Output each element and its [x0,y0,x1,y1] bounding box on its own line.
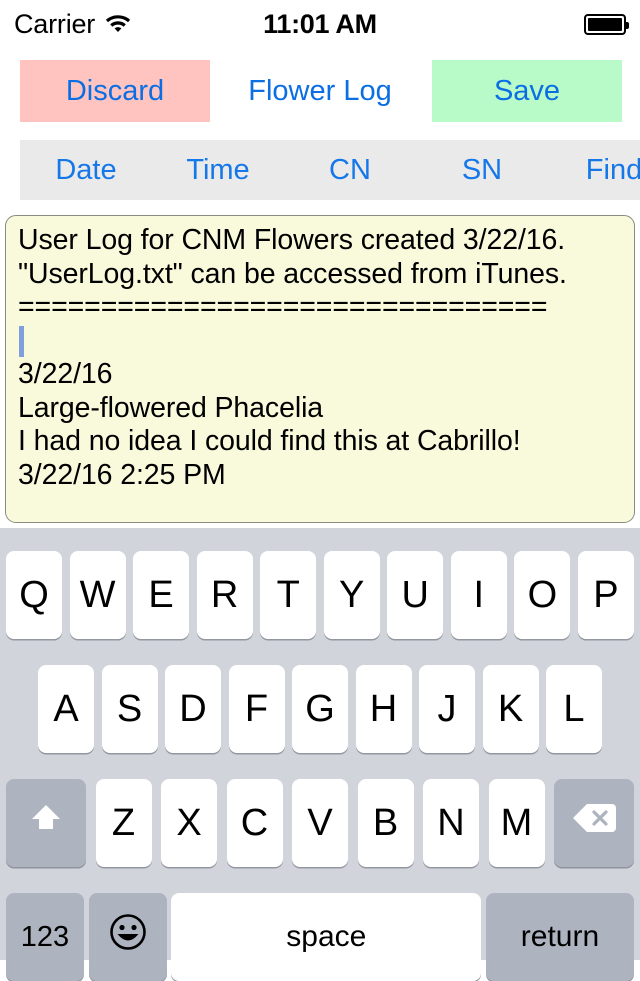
shift-key[interactable] [6,779,86,867]
sn-button[interactable]: SN [416,140,548,200]
status-bar: Carrier 11:01 AM [0,0,640,48]
key-h[interactable]: H [355,665,412,753]
key-d[interactable]: D [165,665,221,753]
space-key[interactable]: space [171,893,482,981]
log-line: I had no idea I could find this at Cabri… [18,425,521,457]
key-v[interactable]: V [292,779,348,867]
date-button[interactable]: Date [20,140,152,200]
key-s[interactable]: S [101,665,158,753]
key-f[interactable]: F [228,665,285,753]
key-o[interactable]: O [514,551,571,639]
emoji-key[interactable] [88,893,167,981]
key-m[interactable]: M [488,779,545,867]
key-z[interactable]: Z [95,779,152,867]
key-j[interactable]: J [419,665,475,753]
key-e[interactable]: E [133,551,190,639]
key-a[interactable]: A [38,665,94,753]
log-line: User Log for CNM Flowers created 3/22/16… [18,224,566,256]
key-y[interactable]: Y [323,551,380,639]
status-bar-right [584,0,629,48]
keyboard-row-2: A S D F G H J K L [0,665,640,753]
delete-key[interactable] [554,779,634,867]
log-line: "UserLog.txt" can be accessed from iTune… [18,257,567,290]
battery-icon [584,13,629,35]
log-line: Large-flowered Phacelia [18,391,324,424]
save-button[interactable]: Save [432,60,622,122]
numeric-keyboard-key[interactable]: 123 [6,893,84,981]
top-toolbar: Discard Flower Log Save [0,60,640,122]
find-button[interactable]: Find [548,140,640,200]
log-line: ================================ [18,291,548,323]
backspace-delete-icon [571,801,617,845]
flower-log-title-button[interactable]: Flower Log [225,60,415,122]
keyboard-row-1: Q W E R T Y U I O P [0,551,640,639]
log-caret-line [18,325,624,359]
tag-toolbar: Date Time CN SN Find [0,140,640,200]
return-key[interactable]: return [485,893,634,981]
app-root: Carrier 11:01 AM Discard Flower Log Save… [0,0,640,981]
key-l[interactable]: L [546,665,602,753]
log-line: 3/22/16 [18,358,113,390]
text-cursor [19,325,24,357]
key-n[interactable]: N [423,779,479,867]
keyboard-row-4: 123 space return [0,893,640,981]
key-q[interactable]: Q [6,551,62,639]
on-screen-keyboard: Q W E R T Y U I O P A S D F G H J K L Z … [0,528,640,981]
smiley-face-icon [106,910,150,964]
log-line: 3/22/16 2:25 PM [18,458,226,491]
key-i[interactable]: I [450,551,507,639]
key-c[interactable]: C [226,779,283,867]
key-t[interactable]: T [260,551,317,639]
battery-fill [588,17,622,31]
key-u[interactable]: U [387,551,444,639]
log-text-area[interactable]: User Log for CNM Flowers created 3/22/16… [5,215,635,523]
cn-button[interactable]: CN [284,140,416,200]
key-p[interactable]: P [577,551,634,639]
discard-button[interactable]: Discard [20,60,210,122]
key-x[interactable]: X [161,779,217,867]
keyboard-row-3: Z X C V B N M [0,779,640,867]
time-button[interactable]: Time [152,140,284,200]
shift-arrow-icon [26,798,66,848]
key-w[interactable]: W [69,551,126,639]
key-b[interactable]: B [357,779,414,867]
key-g[interactable]: G [292,665,348,753]
key-k[interactable]: K [482,665,539,753]
key-r[interactable]: R [196,551,253,639]
status-bar-clock: 11:01 AM [263,8,377,39]
